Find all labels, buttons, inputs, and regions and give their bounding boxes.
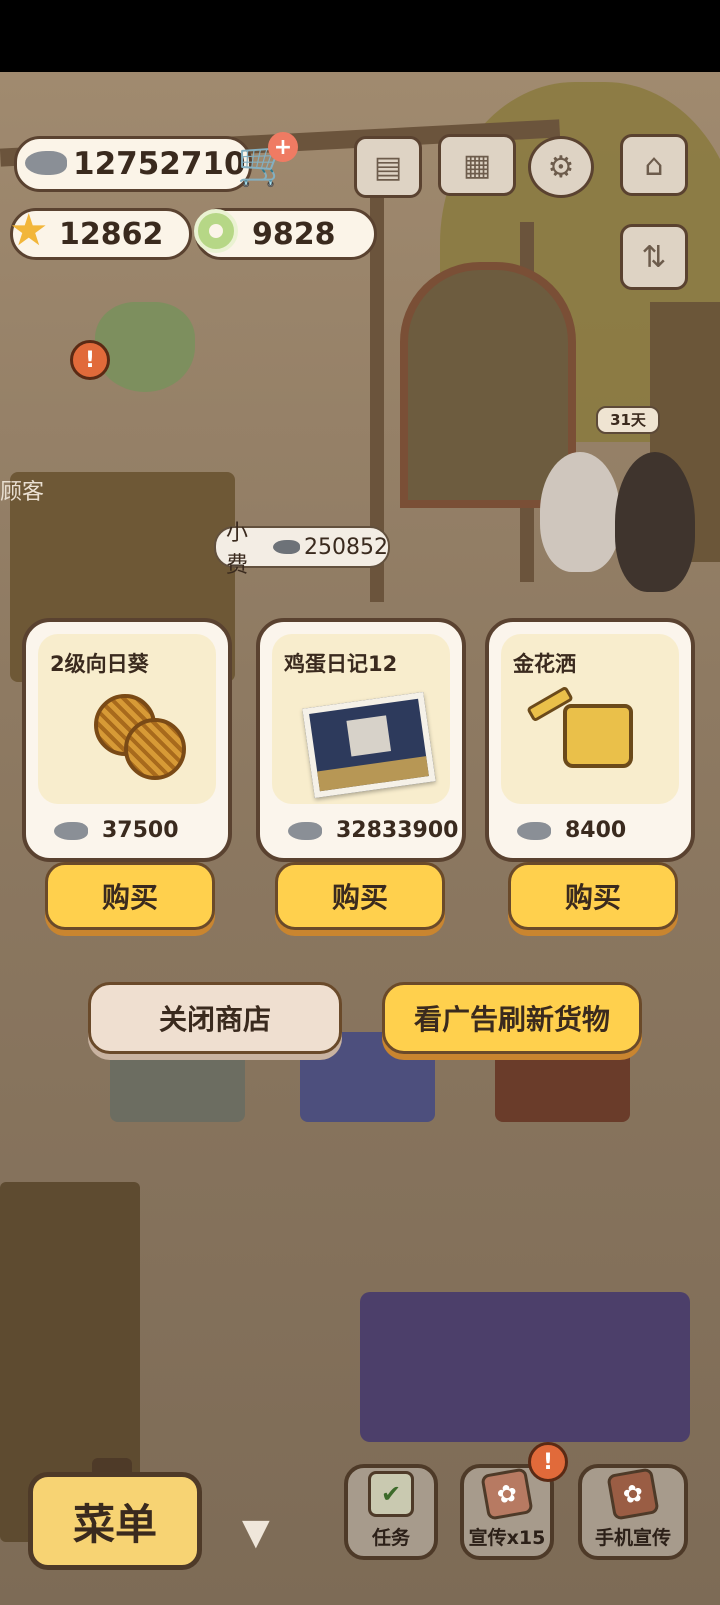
watering-can-icon — [563, 704, 633, 768]
fish-icon — [288, 821, 322, 840]
sunflower-icon — [124, 718, 186, 780]
star-amount: 12862 — [59, 217, 164, 252]
gear-icon: ⚙ — [547, 149, 575, 185]
item-frame: 鸡蛋日记12 — [272, 634, 450, 804]
status-bar — [0, 0, 720, 72]
item-price-value: 8400 — [565, 818, 627, 843]
day-counter-label: 31天 — [596, 406, 660, 434]
buy-button[interactable]: 购买 — [275, 862, 445, 930]
item-price-value: 37500 — [102, 818, 179, 843]
item-frame: 金花洒 — [501, 634, 679, 804]
newspaper-button[interactable]: ▤ — [354, 136, 422, 198]
heart-decoration — [95, 302, 195, 392]
phone-promo-label: 手机宣传 — [594, 1527, 671, 1549]
sort-button[interactable]: ⇅ — [620, 224, 688, 290]
newspaper-icon: ▤ — [373, 149, 403, 185]
fish-icon — [25, 151, 67, 175]
store-icon: ⌂ — [644, 147, 664, 183]
item-frame: 2级向日葵 — [38, 634, 216, 804]
fish-icon — [272, 540, 301, 554]
tip-amount: 250852 — [304, 534, 388, 560]
item-name: 金花洒 — [513, 652, 576, 676]
item-name: 鸡蛋日记12 — [284, 652, 398, 676]
sort-icon: ⇅ — [641, 239, 667, 275]
tip-label: 小费 — [226, 521, 249, 578]
item-price: 37500 — [54, 818, 179, 843]
tip-bubble[interactable]: 小费 250852 — [214, 521, 390, 578]
alert-badge-icon: ! — [528, 1442, 568, 1482]
menu-button[interactable]: 菜单 — [28, 1472, 202, 1570]
fish-amount: 12752710 — [73, 146, 246, 182]
task-label: 任务 — [371, 1527, 410, 1549]
ad-refresh-button[interactable]: 看广告刷新货物 — [382, 982, 642, 1054]
buy-button[interactable]: 购买 — [508, 862, 678, 930]
task-button[interactable]: ✔ 任务 — [344, 1464, 438, 1560]
gem-icon — [194, 209, 238, 253]
album-button[interactable]: ▦ — [438, 134, 516, 196]
buy-button[interactable]: 购买 — [45, 862, 215, 930]
close-shop-button[interactable]: 关闭商店 — [88, 982, 342, 1054]
star-icon: ★ — [9, 205, 49, 256]
shop-button[interactable]: ⌂ — [620, 134, 688, 196]
flyer-icon: ✿ — [480, 1467, 534, 1521]
star-currency: ★ 12862 — [9, 205, 192, 260]
gem-currency: 9828 — [194, 208, 377, 260]
book-icon: ▦ — [462, 147, 492, 183]
witch-table — [360, 1292, 690, 1442]
fish-icon — [517, 821, 551, 840]
shop-item-card[interactable]: 金花洒 8400 — [485, 618, 695, 862]
fish-icon — [54, 821, 88, 840]
chevron-down-icon[interactable]: ▼ — [242, 1512, 270, 1553]
customer-label: 顾客 — [0, 480, 45, 505]
photo-icon — [302, 691, 436, 799]
item-price-value: 32833900 — [336, 818, 459, 843]
promo-label: 宣传x15 — [468, 1527, 546, 1549]
alert-badge-icon[interactable]: ! — [70, 340, 110, 380]
shop-item-card[interactable]: 鸡蛋日记12 32833900 — [256, 618, 466, 862]
item-price: 8400 — [517, 818, 626, 843]
add-currency-button[interactable]: + — [268, 132, 298, 162]
checklist-icon: ✔ — [368, 1471, 414, 1517]
gem-amount: 9828 — [252, 217, 336, 252]
crow-customer[interactable] — [615, 452, 695, 592]
settings-button[interactable]: ⚙ — [528, 136, 594, 198]
game-scene: 31天 顾客 12752710 🛒 + ★ 12862 9828 ▤ ▦ ⚙ ⌂… — [0, 72, 720, 1605]
bird-customer[interactable] — [540, 452, 620, 572]
shop-item-card[interactable]: 2级向日葵 37500 — [22, 618, 232, 862]
fish-currency: 12752710 — [14, 136, 252, 192]
item-price: 32833900 — [288, 818, 458, 843]
item-name: 2级向日葵 — [50, 652, 149, 676]
phone-icon: ✿ — [606, 1467, 660, 1521]
phone-promo-button[interactable]: ✿ 手机宣传 — [578, 1464, 688, 1560]
